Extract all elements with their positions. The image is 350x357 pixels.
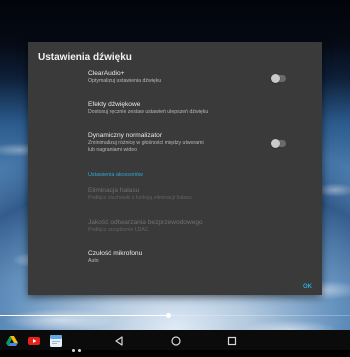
- more-apps-icon[interactable]: [72, 339, 84, 352]
- seekbar-thumb[interactable]: [165, 313, 171, 318]
- back-icon[interactable]: [113, 334, 125, 346]
- setting-subtitle: Podłącz słuchawki z funkcją eliminacji h…: [88, 195, 192, 201]
- setting-subtitle: Podłącz urządzenie LDAC: [88, 227, 149, 233]
- setting-title: Eliminacja hałasu: [88, 187, 140, 194]
- ok-button[interactable]: OK: [303, 284, 312, 290]
- sound-settings-dialog: Ustawienia dźwięku ClearAudio+ Optymaliz…: [28, 42, 322, 295]
- noise-cancelling-setting: Eliminacja hałasu Podłącz słuchawki z fu…: [88, 187, 308, 202]
- clearaudio-toggle[interactable]: [271, 73, 286, 83]
- setting-title: Jakość odtwarzania bezprzewodowego: [88, 219, 203, 226]
- youtube-icon[interactable]: [28, 334, 40, 346]
- section-header-accessories: Ustawienia akcesoriów: [88, 172, 143, 178]
- wireless-quality-setting: Jakość odtwarzania bezprzewodowego Podłą…: [88, 219, 308, 234]
- mic-sensitivity-setting[interactable]: Czułość mikrofonu Auto: [88, 250, 308, 265]
- home-icon[interactable]: [170, 334, 182, 346]
- setting-title: Efekty dźwiękowe: [88, 101, 141, 108]
- playback-seekbar[interactable]: [0, 313, 350, 318]
- drive-icon[interactable]: [6, 334, 18, 346]
- navigation-bar: [0, 330, 350, 352]
- setting-subtitle: Dostosuj ręcznie zestaw ustawień ulepsze…: [88, 109, 209, 115]
- setting-title: Czułość mikrofonu: [88, 250, 143, 257]
- setting-subtitle: Auto: [88, 258, 99, 264]
- dynamic-normalizer-toggle[interactable]: [271, 138, 286, 148]
- gallery-icon[interactable]: [50, 334, 62, 347]
- recents-icon[interactable]: [226, 334, 238, 346]
- seekbar-progress: [0, 315, 168, 316]
- sound-effects-setting[interactable]: Efekty dźwiękowe Dostosuj ręcznie zestaw…: [88, 101, 308, 116]
- dialog-title: Ustawienia dźwięku: [38, 52, 132, 63]
